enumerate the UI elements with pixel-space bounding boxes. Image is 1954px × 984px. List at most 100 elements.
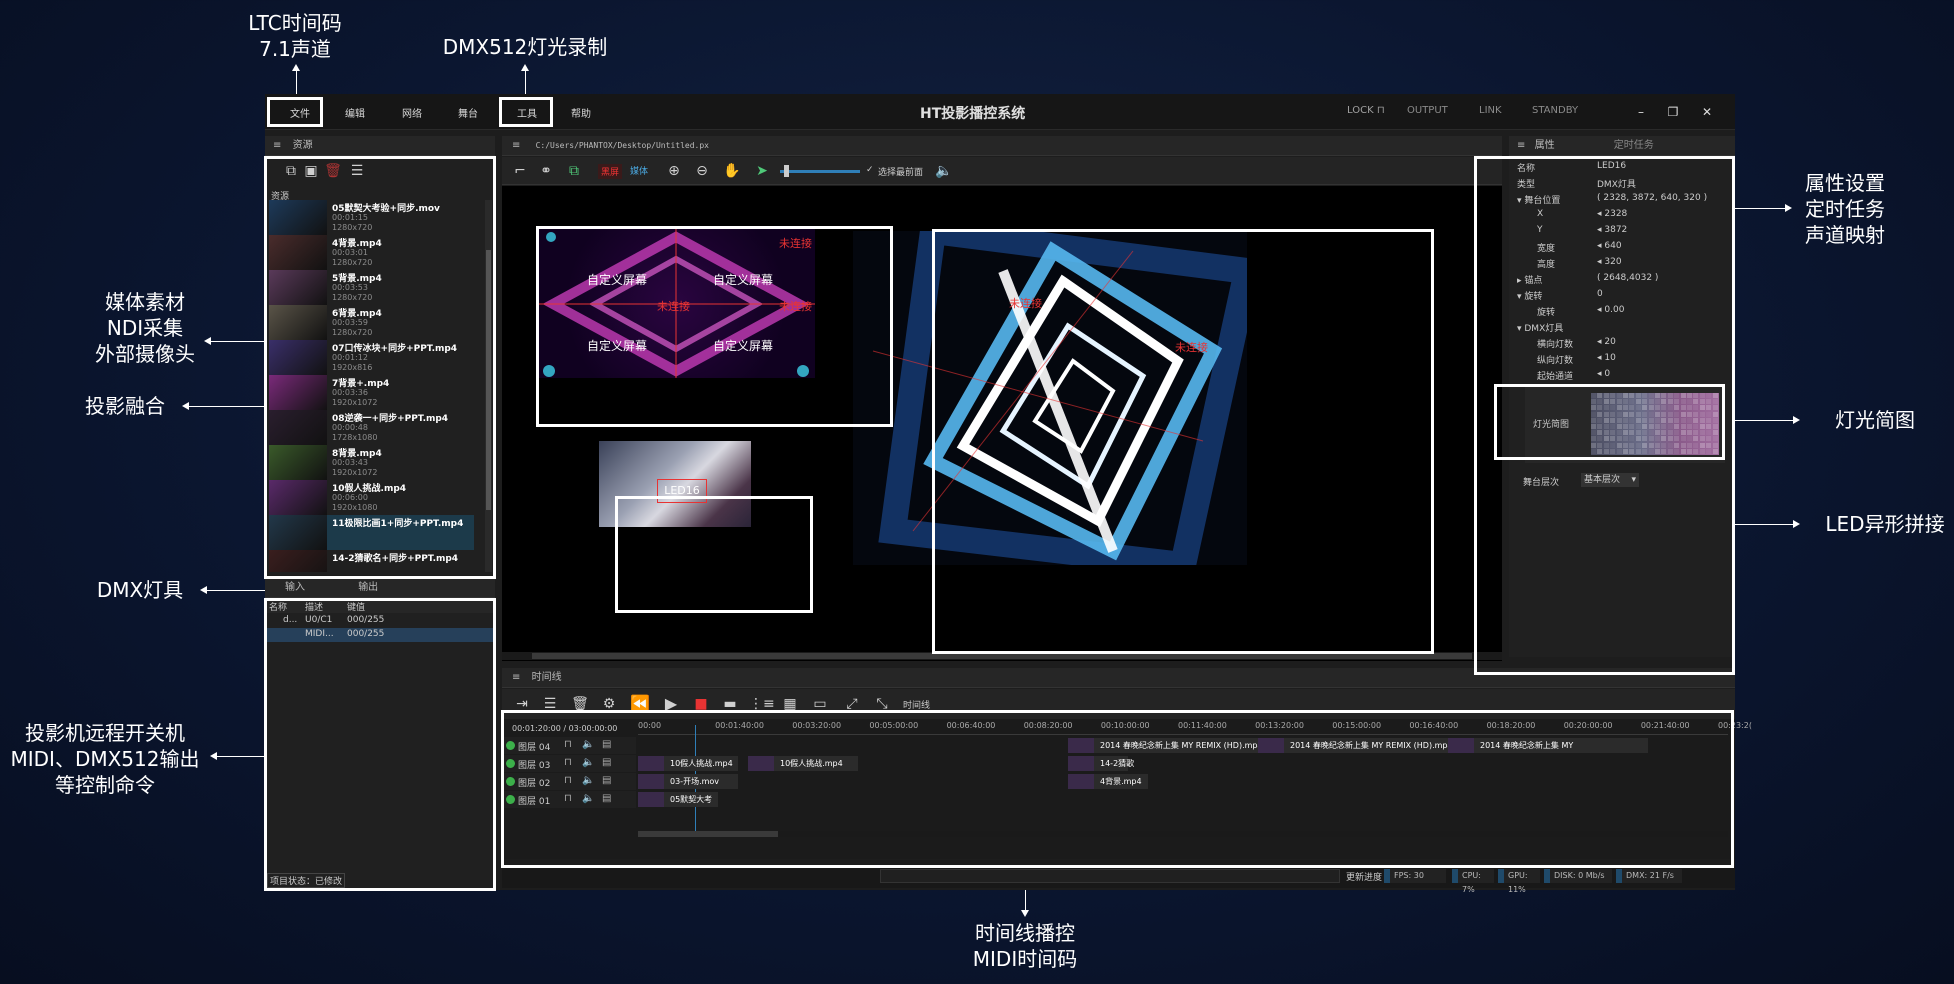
tab-output[interactable]: 输出 <box>358 582 378 593</box>
bar-icon[interactable]: ▬ <box>720 694 740 714</box>
timeline-clip[interactable]: 2014 春晚纪念新上集 MY REMIX (HD).mp4 <box>1068 738 1263 753</box>
property-row[interactable]: ▸ 锚点 ( 2648,4032 ) <box>1513 271 1765 287</box>
menu-stage[interactable]: 舞台 <box>458 105 478 120</box>
property-row[interactable]: 宽度 ◂ 640 <box>1513 239 1765 255</box>
media-item[interactable]: 07口传冰块+同步+PPT.mp4 00:01:12 1920x816 <box>269 340 474 375</box>
split-icon[interactable]: ☰ <box>540 694 560 714</box>
stop-icon[interactable]: ■ <box>691 694 711 714</box>
media-scrollbar-thumb[interactable] <box>486 250 491 510</box>
property-row[interactable]: Y ◂ 3872 <box>1513 223 1765 239</box>
hand-icon[interactable]: ✋ <box>722 161 742 181</box>
io-row[interactable]: d... U0/C1 000/255 <box>265 614 495 628</box>
menu-tools[interactable]: 工具 <box>517 105 537 120</box>
zoom-in-icon[interactable]: ⊕ <box>664 161 684 181</box>
tab-scheduled-tasks[interactable]: 定时任务 <box>1614 140 1654 151</box>
property-row[interactable]: 类型 DMX灯具 <box>1513 175 1765 191</box>
lock-icon[interactable]: ⊓ <box>564 739 572 750</box>
timeline-clip[interactable]: 05默契大考 <box>638 792 718 807</box>
property-row[interactable]: ▾ DMX灯具 <box>1513 319 1765 335</box>
track-enabled-icon[interactable] <box>506 759 515 768</box>
status-output[interactable]: OUTPUT <box>1407 105 1448 116</box>
lock-icon[interactable]: ⊓ <box>564 757 572 768</box>
timeline-clip[interactable]: 2014 春晚纪念新上集 MY <box>1448 738 1648 753</box>
property-row[interactable]: 旋转 ◂ 0.00 <box>1513 303 1765 319</box>
property-row[interactable]: X ◂ 2328 <box>1513 207 1765 223</box>
timeline-track[interactable]: 图层 01 ⊓ 🔈 ▤ 05默契大考 <box>502 791 1735 811</box>
shrink-icon[interactable]: ⤡ <box>872 694 892 714</box>
timeline-clip[interactable]: 10假人挑战.mp4 <box>748 756 858 771</box>
trash-icon[interactable]: 🗑 <box>570 694 590 714</box>
timeline-clip[interactable]: 03-开场.mov <box>638 774 738 789</box>
film-icon[interactable]: ▤ <box>602 757 611 768</box>
tab-resources[interactable]: 资源 <box>293 140 313 151</box>
speaker-icon[interactable]: 🔈 <box>582 793 594 804</box>
media-item[interactable]: 08逆袭一+同步+PPT.mp4 00:00:48 1728x1080 <box>269 410 474 445</box>
track-enabled-icon[interactable] <box>506 795 515 804</box>
link-icon[interactable]: ⚭ <box>536 161 556 181</box>
property-row[interactable]: 横向灯数 ◂ 20 <box>1513 335 1765 351</box>
property-row[interactable]: ▾ 旋转 0 <box>1513 287 1765 303</box>
media-item[interactable]: 10假人挑战.mp4 00:06:00 1920x1080 <box>269 480 474 515</box>
stage-path[interactable]: C:/Users/PHANTOX/Desktop/Untitled.px <box>536 141 709 150</box>
update-progress-button[interactable]: 更新进度 <box>1346 870 1382 883</box>
tab-timeline[interactable]: 时间线 <box>532 672 562 683</box>
pointer-icon[interactable]: ➤ <box>752 161 772 181</box>
media-item[interactable]: 05默契大考验+同步.mov 00:01:15 1280x720 <box>269 200 474 235</box>
media-item[interactable]: 8背景.mp4 00:03:43 1920x1072 <box>269 445 474 480</box>
status-lock[interactable]: LOCK ⊓ <box>1347 105 1385 116</box>
property-row[interactable]: ▾ 舞台位置 ( 2328, 3872, 640, 320 ) <box>1513 191 1765 207</box>
timeline-track[interactable]: 图层 03 ⊓ 🔈 ▤ 10假人挑战.mp4 10假人挑战.mp4 14-2猜歌 <box>502 755 1735 775</box>
io-row[interactable]: MIDI... 000/255 <box>265 628 495 642</box>
media-item[interactable]: 4背景.mp4 00:03:01 1280x720 <box>269 235 474 270</box>
speaker-icon[interactable]: 🔈 <box>582 739 594 750</box>
stage-hscrollbar[interactable] <box>502 652 1502 660</box>
minimize-icon[interactable]: – <box>1633 104 1649 120</box>
timeline-track[interactable]: 图层 02 ⊓ 🔈 ▤ 03-开场.mov 4背景.mp4 <box>502 773 1735 793</box>
track-enabled-icon[interactable] <box>506 741 515 750</box>
stage-layer-select[interactable]: 基本层次 ▾ <box>1581 473 1639 487</box>
film-icon[interactable]: ▤ <box>602 739 611 750</box>
lock-icon[interactable]: ⊓ <box>564 775 572 786</box>
property-row[interactable]: 名称 LED16 <box>1513 159 1765 175</box>
media-item[interactable]: 5背景.mp4 00:03:53 1280x720 <box>269 270 474 305</box>
tab-input[interactable]: 输入 <box>285 582 305 593</box>
rewind-icon[interactable]: ⏪ <box>630 694 650 714</box>
sort-icon[interactable]: ☰ <box>347 161 367 181</box>
timeline-track[interactable]: 图层 04 ⊓ 🔈 ▤ 2014 春晚纪念新上集 MY REMIX (HD).mp4 20… <box>502 737 1735 757</box>
import-icon[interactable]: ⧉ <box>281 161 301 181</box>
time-ruler[interactable]: 00:00 00:01:40:00 00:03:20:00 00:05:00:00 00… <box>638 719 1752 735</box>
menu-edit[interactable]: 编辑 <box>345 105 365 120</box>
property-row[interactable]: 高度 ◂ 320 <box>1513 255 1765 271</box>
lock-icon[interactable]: ⊓ <box>564 793 572 804</box>
media-item[interactable]: 7背景+.mp4 00:03:36 1920x1072 <box>269 375 474 410</box>
layers-icon[interactable]: ⧉ <box>564 161 584 181</box>
speaker-icon[interactable]: 🔈 <box>582 757 594 768</box>
add-folder-icon[interactable]: ▣ <box>301 161 321 181</box>
track-enabled-icon[interactable] <box>506 777 515 786</box>
expand-icon[interactable]: ⤢ <box>842 694 862 714</box>
media-item[interactable]: 11极限比画1+同步+PPT.mp4 <box>269 515 474 550</box>
list-indent-icon[interactable]: ⋮≡ <box>749 694 775 714</box>
delete-icon[interactable]: 🗑 <box>323 161 343 181</box>
status-link[interactable]: LINK <box>1479 105 1502 116</box>
timeline-clip[interactable]: 4背景.mp4 <box>1068 774 1148 789</box>
timeline-hscrollbar[interactable] <box>638 831 1728 837</box>
blend-screen[interactable]: 自定义屏幕 自定义屏幕 自定义屏幕 自定义屏幕 未连接 未连接 未连接 <box>537 229 815 378</box>
restore-icon[interactable]: ❐ <box>1665 104 1681 120</box>
property-row[interactable]: 起始通道 ◂ 0 <box>1513 367 1765 383</box>
timeline-clip[interactable]: 10假人挑战.mp4 <box>638 756 738 771</box>
monitor-icon[interactable]: ▭ <box>810 694 830 714</box>
blackout-button[interactable]: 黑屏 <box>598 164 623 179</box>
zoom-slider-handle[interactable] <box>784 165 789 177</box>
stage-canvas[interactable]: 自定义屏幕 自定义屏幕 自定义屏幕 自定义屏幕 未连接 未连接 未连接 LED1… <box>502 186 1502 661</box>
grid-icon[interactable]: ▦ <box>780 694 800 714</box>
media-item[interactable]: 6背景.mp4 00:03:59 1280x720 <box>269 305 474 340</box>
menu-file[interactable]: 文件 <box>290 105 310 120</box>
zoom-out-icon[interactable]: ⊖ <box>692 161 712 181</box>
dmx-fixture[interactable]: LED16 <box>599 441 751 527</box>
film-icon[interactable]: ▤ <box>602 775 611 786</box>
speaker-icon[interactable]: 🔈 <box>582 775 594 786</box>
property-row[interactable]: 纵向灯数 ◂ 10 <box>1513 351 1765 367</box>
play-icon[interactable]: ▶ <box>661 694 681 714</box>
tab-properties[interactable]: 属性 <box>1535 140 1555 151</box>
